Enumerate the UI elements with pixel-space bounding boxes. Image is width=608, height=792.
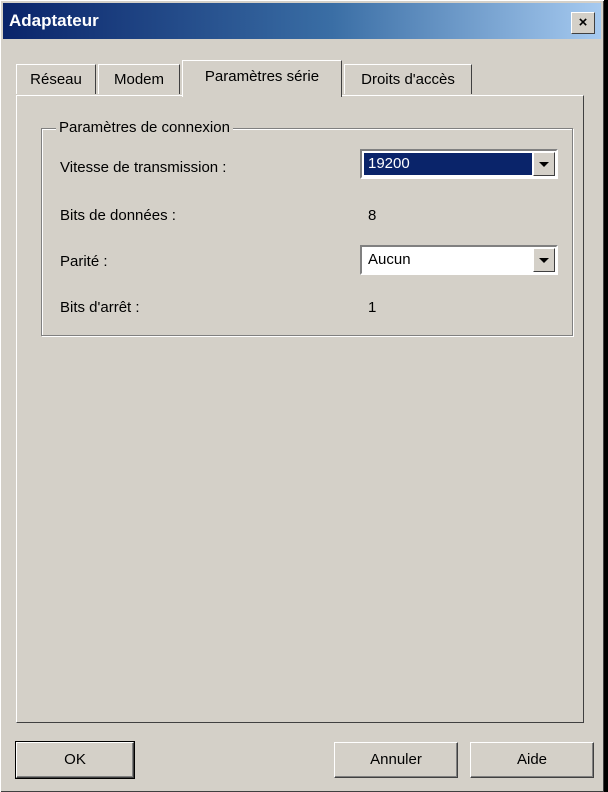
parity-combobox[interactable]: Aucun: [360, 245, 558, 275]
data-bits-label: Bits de données :: [60, 207, 176, 224]
group-legend: Paramètres de connexion: [56, 119, 233, 136]
ok-button[interactable]: OK: [15, 741, 135, 779]
stop-bits-label: Bits d'arrêt :: [60, 299, 140, 316]
close-button[interactable]: ×: [571, 12, 595, 34]
speed-value: 19200: [363, 152, 533, 176]
cancel-button[interactable]: Annuler: [334, 742, 458, 778]
tab-reseau[interactable]: Réseau: [16, 64, 96, 94]
parity-value: Aucun: [368, 251, 411, 268]
connection-settings-group: Paramètres de connexion Vitesse de trans…: [41, 119, 573, 336]
speed-label: Vitesse de transmission :: [60, 159, 227, 176]
chevron-down-icon[interactable]: [533, 152, 555, 176]
tab-panel: Paramètres de connexion Vitesse de trans…: [16, 95, 584, 723]
stop-bits-value: 1: [368, 299, 377, 316]
dialog-window: Adaptateur × Réseau Modem Paramètres sér…: [0, 0, 604, 792]
data-bits-value: 8: [368, 207, 377, 224]
tab-modem[interactable]: Modem: [98, 64, 180, 94]
tab-droits-acces[interactable]: Droits d'accès: [344, 64, 472, 94]
help-button[interactable]: Aide: [470, 742, 594, 778]
tab-strip: Réseau Modem Paramètres série Droits d'a…: [16, 60, 496, 97]
title-bar[interactable]: Adaptateur ×: [3, 3, 601, 39]
tab-parametres-serie[interactable]: Paramètres série: [182, 60, 342, 97]
speed-combobox[interactable]: 19200: [360, 149, 558, 179]
parity-label: Parité :: [60, 253, 108, 270]
chevron-down-icon[interactable]: [533, 248, 555, 272]
close-icon: ×: [578, 14, 588, 31]
window-title: Adaptateur: [9, 11, 99, 30]
window-edge: [604, 0, 608, 792]
